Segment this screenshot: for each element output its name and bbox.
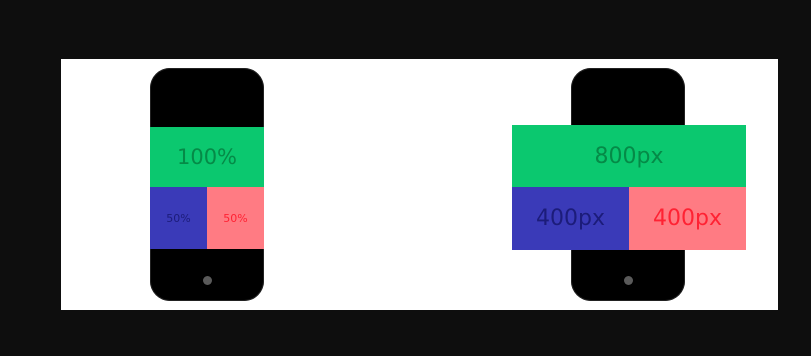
right-bottom-left-block: 400px [512, 187, 629, 250]
left-top-block: 100% [150, 127, 264, 187]
outer-frame: 100% 50% 50% 800px 400px 400px [0, 0, 811, 356]
right-phone-home-button-icon [624, 276, 633, 285]
right-bottom-right-label: 400px [653, 206, 722, 231]
right-bottom-right-block: 400px [629, 187, 746, 250]
left-bottom-left-label: 50% [166, 211, 191, 225]
left-top-label: 100% [176, 145, 238, 169]
left-bottom-right-block: 50% [207, 187, 264, 249]
left-bottom-right-label: 50% [223, 211, 248, 225]
right-bottom-left-label: 400px [536, 206, 605, 231]
right-top-block: 800px [512, 125, 746, 187]
left-phone-home-button-icon [203, 276, 212, 285]
left-bottom-left-block: 50% [150, 187, 207, 249]
right-top-label: 800px [594, 143, 664, 169]
diagram-panel: 100% 50% 50% 800px 400px 400px [61, 59, 778, 310]
